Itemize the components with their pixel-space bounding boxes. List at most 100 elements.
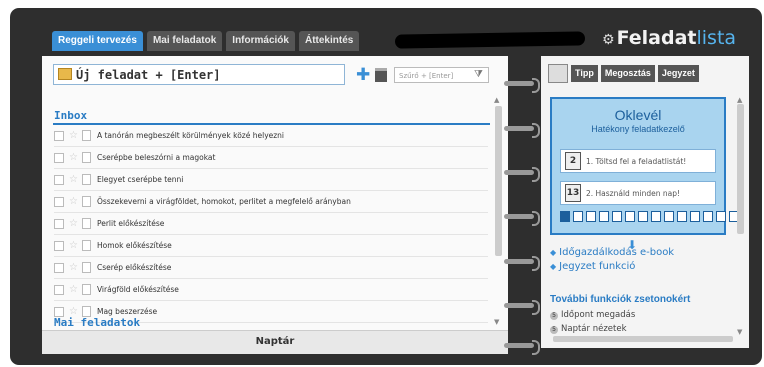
progress-square [573,211,583,222]
print-icon[interactable] [375,68,387,82]
note-icon[interactable] [81,152,91,163]
tab-jegyzet[interactable]: Jegyzet [657,65,699,82]
tab-megosztas[interactable]: Megosztás [600,65,655,82]
progress-square [703,211,713,222]
checkbox[interactable] [54,284,64,295]
tab-mai-feladatok[interactable]: Mai feladatok [146,31,223,51]
task-row[interactable]: ☆ Elegyet cserépbe tenni [54,169,488,191]
tab-tipp[interactable]: Tipp [571,65,598,82]
brand-main-text: Feladat [616,27,697,49]
right-scrollbar[interactable]: ▲ ▼ [737,96,745,341]
note-icon[interactable] [81,240,91,251]
add-task-icon[interactable]: ✚ [356,65,370,85]
note-icon[interactable] [81,262,91,273]
gear-icon: ⚙ [602,32,615,48]
scroll-up-icon[interactable]: ▲ [494,96,499,104]
star-icon[interactable]: ☆ [69,218,78,229]
note-icon[interactable] [81,130,91,141]
oklevel-subtitle: Hatékony feladatkezelő [591,124,685,134]
checkbox[interactable] [54,130,64,141]
checkbox[interactable] [54,174,64,185]
scroll-down-icon[interactable]: ▼ [737,328,742,336]
promo-links: ◆ Időgazdálkodás e-book ◆ Jegyzet funkció [550,246,674,274]
checkbox[interactable] [54,152,64,163]
feature-label: Időpont megadás [561,310,636,320]
scroll-thumb[interactable] [737,104,744,234]
link-ebook[interactable]: ◆ Időgazdálkodás e-book [550,246,674,260]
note-icon[interactable] [81,196,91,207]
checkbox[interactable] [54,218,64,229]
progress-square [651,211,661,222]
ring [502,123,540,138]
diamond-icon: ◆ [550,248,557,257]
coin-icon: 5 [550,312,558,320]
progress-square [716,211,726,222]
right-tabs: Tipp Megosztás Jegyzet [548,64,699,83]
feature-label: Naptár nézetek [561,324,627,334]
note-icon[interactable] [81,218,91,229]
task-row[interactable]: ☆ Összekeverni a virágföldet, homokot, pe… [54,191,488,213]
scroll-up-icon[interactable]: ▲ [737,96,742,104]
task-label: Cserép előkészítése [96,263,172,272]
task-label: A tanórán megbeszélt körülmények közé he… [96,131,285,140]
task-row[interactable]: ☆ Cserép előkészítése [54,257,488,279]
progress-square [625,211,635,222]
envelope-icon [58,68,72,80]
task-row[interactable]: ☆ Perlit előkészítése [54,213,488,235]
calendar-icon[interactable] [548,64,568,83]
progress-square [612,211,622,222]
new-task-placeholder: Új feladat + [Enter] [76,68,221,82]
naptar-bar[interactable]: Naptár [42,330,508,354]
oklevel-card: Oklevél Hatékony feladatkezelő 2 1. Tölts… [550,97,739,235]
feature-item[interactable]: 5 Naptár nézetek [550,324,627,334]
new-task-input[interactable]: Új feladat + [Enter] [53,64,345,85]
progress-square [638,211,648,222]
binder-rings [502,78,542,355]
star-icon[interactable]: ☆ [69,240,78,251]
progress-square [677,211,687,222]
note-icon[interactable] [81,284,91,295]
checkbox[interactable] [54,262,64,273]
star-icon[interactable]: ☆ [69,196,78,207]
star-icon[interactable]: ☆ [69,130,78,141]
progress-square [599,211,609,222]
brand-logo: ⚙ Feladatlista [602,27,736,49]
checkbox[interactable] [54,196,64,207]
scroll-down-icon[interactable]: ▼ [494,318,499,326]
filter-icon[interactable]: ⧩ [474,69,483,80]
task-label: Összekeverni a virágföldet, homokot, per… [96,197,351,206]
scroll-thumb[interactable] [495,106,502,256]
link-jegyzet[interactable]: ◆ Jegyzet funkció [550,260,674,274]
progress-square [690,211,700,222]
star-icon[interactable]: ☆ [69,262,78,273]
note-icon[interactable] [81,174,91,185]
feature-item[interactable]: 5 Időpont megadás [550,310,635,320]
inbox-title: Inbox [54,109,88,122]
step-1: 2 1. Töltsd fel a feladatlistát! [560,149,716,173]
horizontal-scrollbar[interactable] [553,336,733,342]
task-label: Cserépbe beleszórni a magokat [96,153,216,162]
tab-informaciok[interactable]: Információk [226,31,295,51]
checkbox[interactable] [54,240,64,251]
oklevel-title: Oklevél [614,107,662,123]
task-row[interactable]: ☆ Cserépbe beleszórni a magokat [54,147,488,169]
tovabbi-title: További funkciók zsetonokért [550,294,691,305]
star-icon[interactable]: ☆ [69,152,78,163]
star-icon[interactable]: ☆ [69,174,78,185]
tab-reggeli-tervezes[interactable]: Reggeli tervezés [52,31,143,51]
step-2-count: 13 [565,184,581,202]
task-row[interactable]: ☆ Homok előkészítése [54,235,488,257]
task-row[interactable]: ☆ A tanórán megbeszélt körülmények közé h… [54,125,488,147]
tab-attekintes[interactable]: Áttekintés [298,31,360,51]
right-page: Tipp Megosztás Jegyzet Oklevél Hatékony … [541,56,749,348]
task-label: Homok előkészítése [96,241,172,250]
ring [502,300,540,315]
star-icon[interactable]: ☆ [69,284,78,295]
progress-squares [560,211,739,222]
progress-square [664,211,674,222]
step-1-count: 2 [565,152,581,170]
checkbox[interactable] [54,306,64,317]
left-page: Új feladat + [Enter] ✚ Szűrő + [Enter] ⧩… [42,56,508,354]
task-row[interactable]: ☆ Virágföld előkészítése [54,279,488,301]
task-label: Virágföld előkészítése [96,285,179,294]
